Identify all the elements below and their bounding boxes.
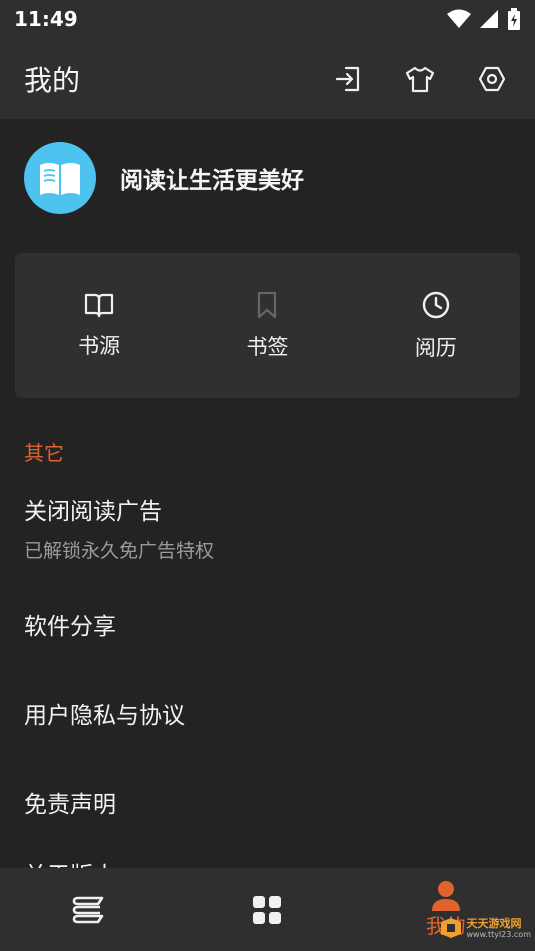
- logo-icon: [440, 918, 461, 939]
- bookmark-label: 书签: [246, 334, 289, 359]
- person-icon: [431, 881, 460, 911]
- quick-actions-card: 书源 书签 阅历: [15, 253, 520, 398]
- signal-icon: [480, 10, 498, 28]
- theme-button[interactable]: [399, 58, 441, 100]
- book-source-label: 书源: [78, 333, 121, 358]
- grid-icon: [253, 895, 282, 924]
- page-title: 我的: [24, 63, 81, 97]
- watermark-brand: 天天游戏网: [466, 916, 522, 930]
- wifi-icon: [447, 9, 471, 28]
- import-button[interactable]: [327, 58, 369, 100]
- section-title-other: 其它: [24, 441, 64, 465]
- theme-shirt-icon: [405, 66, 435, 92]
- book-source-button[interactable]: 书源: [15, 253, 183, 398]
- battery-icon: [508, 8, 520, 30]
- status-icons: [447, 8, 521, 30]
- menu-item-label: 软件分享: [24, 614, 116, 640]
- profile-header[interactable]: 阅读让生活更美好: [24, 142, 304, 214]
- tab-bookshelf[interactable]: [0, 868, 178, 951]
- menu-item-label: 免责声明: [24, 792, 116, 818]
- menu-item-label: 用户隐私与协议: [24, 703, 185, 729]
- settings-button[interactable]: [471, 58, 513, 100]
- menu-item-disclaimer[interactable]: 免责声明: [24, 785, 116, 819]
- status-time: 11:49: [14, 7, 78, 31]
- profile-slogan: 阅读让生活更美好: [120, 168, 304, 194]
- menu-item-label: 关闭阅读广告: [24, 499, 162, 525]
- status-bar: 11:49: [0, 0, 535, 38]
- reading-history-button[interactable]: 阅历: [352, 253, 520, 398]
- menu-item-close-ads[interactable]: 关闭阅读广告 已解锁永久免广告特权: [24, 492, 214, 563]
- watermark: 天天游戏网 www.ttyl23.com: [439, 916, 531, 939]
- bookmark-button[interactable]: 书签: [183, 253, 351, 398]
- book-icon: [40, 163, 80, 195]
- watermark-url: www.ttyl23.com: [466, 930, 531, 939]
- app-bar: 我的: [0, 38, 535, 119]
- settings-icon: [478, 66, 506, 91]
- menu-item-privacy[interactable]: 用户隐私与协议: [24, 696, 185, 730]
- reading-history-label: 阅历: [414, 335, 457, 360]
- bookmark-icon: [258, 291, 277, 318]
- menu-item-subtitle: 已解锁永久免广告特权: [24, 540, 215, 562]
- book-open-icon: [85, 293, 114, 317]
- tab-discover[interactable]: [178, 868, 356, 951]
- avatar: [24, 142, 96, 214]
- import-icon: [335, 66, 360, 91]
- menu-item-share[interactable]: 软件分享: [24, 607, 116, 641]
- clock-icon: [422, 291, 450, 318]
- bookshelf-icon: [72, 896, 104, 923]
